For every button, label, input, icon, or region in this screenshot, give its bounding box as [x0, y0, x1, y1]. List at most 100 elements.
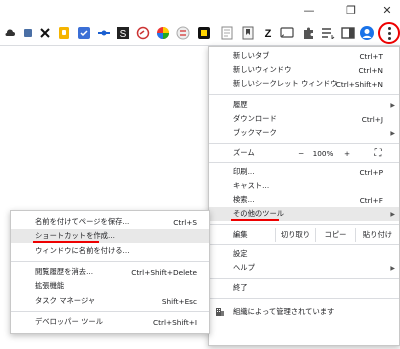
menu-item-help[interactable]: ヘルプ ▶ [209, 261, 399, 275]
menu-divider [209, 94, 399, 95]
cut-label: 切り取り [280, 230, 311, 239]
menu-item-shortcut: Ctrl+J [361, 114, 383, 124]
menu-item-incognito[interactable]: 新しいシークレット ウィンドウ Ctrl+Shift+N [209, 77, 399, 91]
submenu-item-devtools[interactable]: デベロッパー ツール Ctrl+Shift+I [11, 315, 209, 329]
zoom-out-button[interactable]: − [293, 146, 309, 160]
menu-item-label: ズーム [233, 148, 255, 157]
menu-item-managed[interactable]: 組織によって管理されています [209, 305, 399, 319]
menu-item-label: 新しいシークレット ウィンドウ [233, 79, 338, 88]
lr-icon[interactable] [175, 25, 191, 41]
submenu-item-name-window[interactable]: ウィンドウに名前を付ける... [11, 244, 209, 258]
menu-item-label: ブックマーク [233, 128, 277, 137]
menu-item-shortcut: Ctrl+Shift+I [153, 317, 197, 327]
submenu-arrow-icon: ▶ [390, 264, 395, 272]
menu-item-label: 検索... [233, 195, 255, 204]
app2-icon[interactable] [196, 25, 212, 41]
doc-icon[interactable] [219, 25, 235, 41]
plus-icon: + [343, 148, 351, 158]
dot-icon[interactable] [96, 25, 112, 41]
submenu-item-clear-data[interactable]: 閲覧履歴を消去... Ctrl+Shift+Delete [11, 265, 209, 279]
menu-item-shortcut: Ctrl+S [173, 217, 197, 227]
menu-item-label: キャスト... [233, 181, 270, 190]
submenu-arrow-icon: ▶ [390, 129, 395, 137]
app-icon[interactable] [76, 25, 92, 41]
menu-item-label: 閲覧履歴を消去... [35, 267, 94, 276]
x-icon[interactable] [37, 25, 53, 41]
sidebar-icon[interactable] [340, 25, 356, 41]
menu-item-label: 編集 [233, 230, 248, 239]
submenu-item-save-page[interactable]: 名前を付けてページを保存... Ctrl+S [11, 215, 209, 229]
zoom-level: 100% [309, 146, 337, 160]
menu-item-label: 印刷... [233, 167, 255, 176]
menu-item-label: 名前を付けてページを保存... [35, 217, 130, 226]
menu-item-label: 新しいタブ [233, 51, 270, 60]
submenu-item-task-manager[interactable]: タスク マネージャ Shift+Esc [11, 294, 209, 308]
menu-item-label: ダウンロード [233, 114, 277, 123]
building-icon [215, 307, 225, 319]
close-button[interactable]: ✕ [374, 0, 400, 20]
fullscreen-button[interactable]: ⛶ [367, 146, 389, 160]
minus-icon: − [297, 148, 305, 158]
menu-item-label: 拡張機能 [35, 281, 65, 290]
menu-divider [209, 278, 399, 279]
cast-icon[interactable] [279, 25, 295, 41]
keep-icon[interactable] [56, 25, 72, 41]
extensions-toolbar: S Z [0, 20, 400, 46]
submenu-arrow-icon: ▶ [390, 210, 395, 218]
menu-item-label: ショートカットを作成... [35, 231, 115, 240]
paste-label: 貼り付け [362, 230, 393, 239]
menu-item-find[interactable]: 検索... Ctrl+F [209, 193, 399, 207]
menu-item-bookmarks[interactable]: ブックマーク ▶ [209, 126, 399, 140]
highlight-underline [231, 219, 279, 221]
menu-item-new-tab[interactable]: 新しいタブ Ctrl+T [209, 49, 399, 63]
menu-item-print[interactable]: 印刷... Ctrl+P [209, 165, 399, 179]
cloud-icon[interactable] [2, 25, 18, 41]
edge-icon[interactable] [135, 25, 151, 41]
kebab-icon [387, 26, 391, 41]
color-icon[interactable] [155, 25, 171, 41]
menu-item-shortcut: Shift+Esc [161, 296, 197, 306]
menu-item-downloads[interactable]: ダウンロード Ctrl+J [209, 112, 399, 126]
bookmark-icon[interactable] [240, 25, 256, 41]
puzzle-icon[interactable] [300, 25, 316, 41]
more-tools-submenu: 名前を付けてページを保存... Ctrl+S ショートカットを作成... ウィン… [10, 210, 210, 334]
close-icon: ✕ [382, 3, 392, 17]
menu-item-shortcut: Ctrl+N [358, 65, 383, 75]
menu-item-label: ヘルプ [233, 263, 255, 272]
z-icon[interactable]: Z [260, 25, 276, 41]
menu-item-settings[interactable]: 設定 [209, 247, 399, 261]
menu-item-label: 終了 [233, 283, 248, 292]
copy-button[interactable]: コピー [315, 228, 355, 242]
menu-item-label: デベロッパー ツール [35, 317, 103, 326]
menu-item-shortcut: Ctrl+Shift+N [335, 79, 383, 89]
menu-item-exit[interactable]: 終了 [209, 281, 399, 295]
s-icon[interactable]: S [115, 25, 131, 41]
menu-item-label: 設定 [233, 249, 248, 258]
menu-divider [209, 224, 399, 225]
menu-item-label: ウィンドウに名前を付ける... [35, 246, 130, 255]
menu-button[interactable] [378, 22, 400, 44]
maximize-button[interactable]: ❐ [338, 0, 364, 20]
paste-button[interactable]: 貼り付け [355, 228, 399, 242]
profile-icon[interactable] [359, 25, 375, 41]
copy-label: コピー [324, 230, 347, 239]
menu-item-label: 新しいウィンドウ [233, 65, 292, 74]
menu-item-label: その他のツール [233, 209, 285, 218]
minimize-button[interactable]: — [296, 0, 322, 20]
cut-button[interactable]: 切り取り [275, 228, 315, 242]
chrome-main-menu: 新しいタブ Ctrl+T 新しいウィンドウ Ctrl+N 新しいシークレット ウ… [208, 46, 400, 346]
menu-divider [209, 244, 399, 245]
menu-item-new-window[interactable]: 新しいウィンドウ Ctrl+N [209, 63, 399, 77]
menu-item-history[interactable]: 履歴 ▶ [209, 98, 399, 112]
list-icon[interactable] [320, 25, 336, 41]
zoom-in-button[interactable]: + [339, 146, 355, 160]
menu-item-cast[interactable]: キャスト... [209, 179, 399, 193]
note-icon[interactable] [20, 25, 36, 41]
highlight-underline [33, 241, 99, 243]
title-bar: — ❐ ✕ [0, 0, 400, 20]
maximize-icon: ❐ [346, 3, 356, 17]
menu-item-label: 履歴 [233, 100, 248, 109]
menu-divider [209, 298, 399, 299]
menu-item-label: タスク マネージャ [35, 296, 96, 305]
submenu-item-extensions[interactable]: 拡張機能 [11, 279, 209, 293]
